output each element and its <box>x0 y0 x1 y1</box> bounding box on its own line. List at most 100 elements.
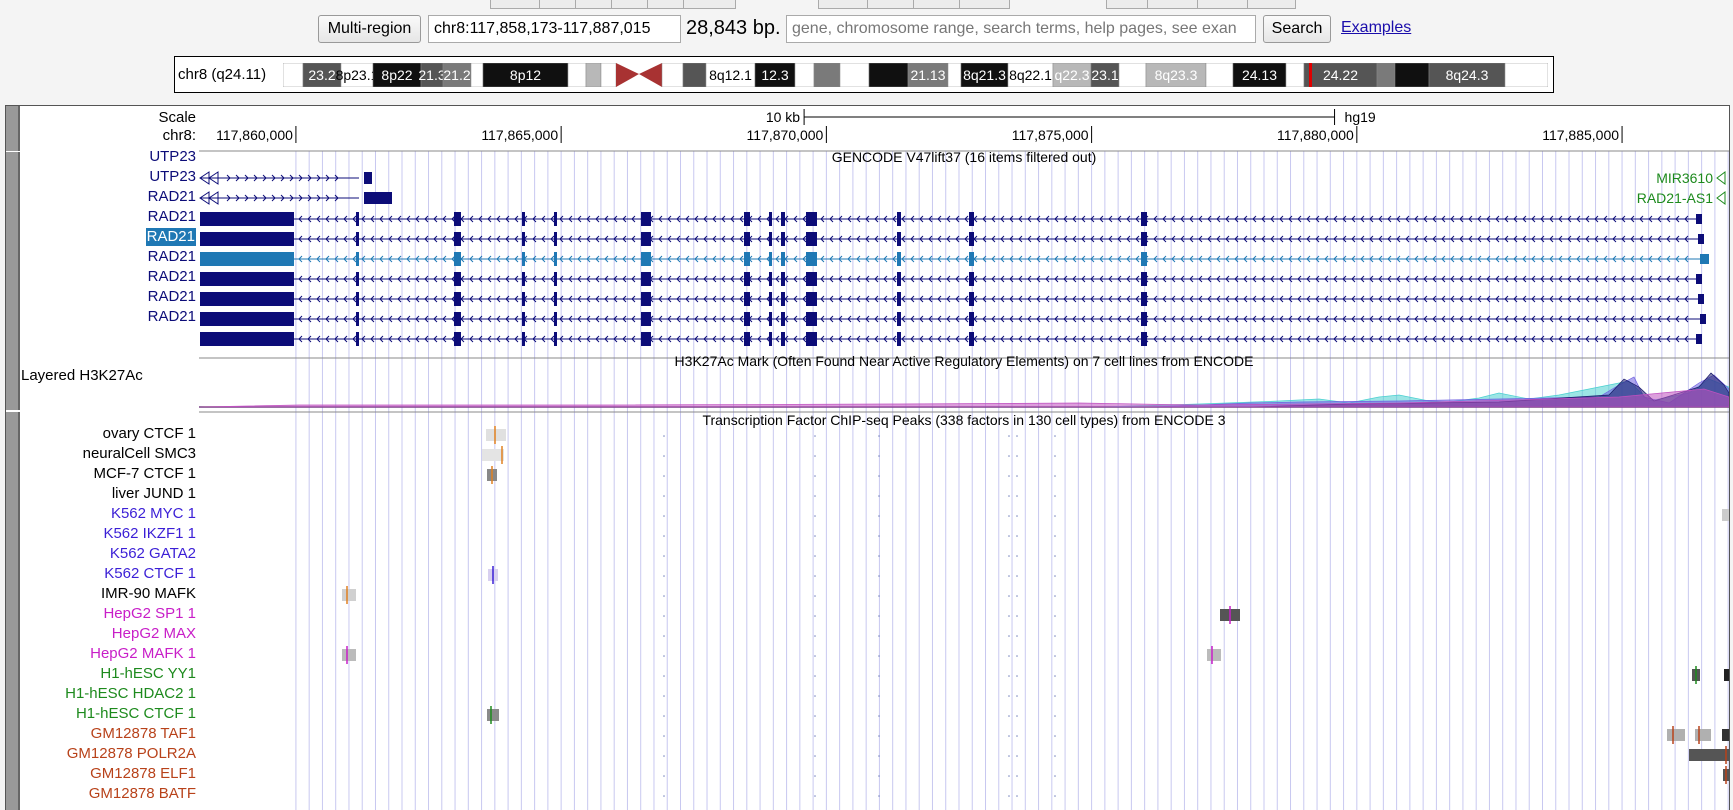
peak-dot <box>878 715 880 717</box>
gene-exon <box>769 212 772 226</box>
peak-dot <box>878 535 880 537</box>
gene-exon <box>287 252 294 266</box>
peak-dot <box>814 475 816 477</box>
ideogram-band-label: 24.13 <box>1242 67 1277 83</box>
peak-dot <box>1008 515 1010 517</box>
gene-exon <box>969 272 974 286</box>
ruler-tick-label: 117,865,000 <box>481 127 558 143</box>
peak-dot <box>663 515 665 517</box>
ideogram-band-label: 8p22 <box>381 67 412 83</box>
right-gene-label: RAD21-AS1 <box>1637 190 1713 206</box>
peak-dot <box>878 575 880 577</box>
peak-dot <box>663 575 665 577</box>
scale-bar-text: 10 kb <box>766 109 800 125</box>
gene-utr <box>200 292 288 306</box>
chromosome-ideogram[interactable]: chr8 (q24.11) 23.2 8p23.1 8p22 21.3 21.2 8p12… <box>174 56 1554 93</box>
gene-exon <box>287 272 294 286</box>
gene-exon <box>522 212 525 226</box>
examples-link[interactable]: Examples <box>1341 15 1411 41</box>
peak-dot <box>878 595 880 597</box>
peak-dot <box>663 495 665 497</box>
gene-exon <box>522 232 525 246</box>
gene-exon <box>806 332 817 346</box>
nav-zoom-buttons-middle[interactable] <box>818 0 1010 9</box>
gene-exon <box>769 312 772 326</box>
nav-zoom-buttons-right[interactable] <box>1106 0 1296 9</box>
gene-exon <box>744 332 750 346</box>
peak-dot <box>814 535 816 537</box>
gene-exon <box>454 232 461 246</box>
gene-exon <box>522 252 525 266</box>
peak-dot <box>1016 435 1018 437</box>
gene-exon <box>641 312 651 326</box>
track-side-button[interactable] <box>6 152 20 358</box>
ruler-tick-label: 117,875,000 <box>1012 127 1089 143</box>
tf-peak <box>1667 729 1685 741</box>
ruler-tick-label: 117,860,000 <box>216 127 293 143</box>
peak-dot <box>1054 695 1056 697</box>
ideogram-band-label: 23.2 <box>308 67 335 83</box>
track-side-button[interactable] <box>6 358 20 410</box>
genome-browser-panel[interactable]: Scale chr8: UTP23 UTP23 RAD21 RAD21 RAD21 RAD21… <box>5 105 1730 810</box>
gene-exon <box>454 312 461 326</box>
gene-utr <box>200 332 288 346</box>
gene-exon <box>781 292 785 306</box>
gene-exon <box>1141 272 1147 286</box>
peak-dot <box>1008 575 1010 577</box>
peak-dot <box>1008 695 1010 697</box>
ideogram-band-label: 8p12 <box>510 67 541 83</box>
tfbs-row-label: MCF-7 CTCF 1 <box>93 465 197 482</box>
tfbs-row-label: K562 GATA2 <box>109 545 196 562</box>
peak-dot <box>878 455 880 457</box>
gene-exon <box>287 232 294 246</box>
peak-dot <box>814 495 816 497</box>
nav-zoom-buttons-left[interactable] <box>490 0 736 9</box>
search-button[interactable]: Search <box>1263 15 1331 43</box>
gene-label-rad21: RAD21 <box>147 268 196 285</box>
tfbs-row-label: GM12878 TAF1 <box>90 725 196 742</box>
peak-dot <box>878 675 880 677</box>
peak-dot <box>663 715 665 717</box>
gene-utr <box>200 212 288 226</box>
peak-dot <box>1008 555 1010 557</box>
tfbs-row-label: liver JUND 1 <box>111 485 196 502</box>
tfbs-row-label: GM12878 BATF <box>88 785 196 802</box>
gene-utr <box>200 232 288 246</box>
ideogram-band-label: 21.3 <box>418 67 445 83</box>
track-side-button[interactable] <box>6 106 20 151</box>
peak-dot <box>814 775 816 777</box>
peak-dot <box>878 435 880 437</box>
peak-dot <box>814 715 816 717</box>
track-side-button[interactable] <box>6 412 20 810</box>
peak-dot <box>663 555 665 557</box>
tf-peak <box>482 449 504 461</box>
gene-exon <box>641 292 651 306</box>
track-data-area[interactable]: 10 kb hg19 117,860,000 117,865,000 117,870,0… <box>199 106 1729 810</box>
position-input[interactable]: chr8:117,858,173-117,887,015 <box>428 15 681 43</box>
gene-exon <box>769 332 772 346</box>
peak-dot <box>663 675 665 677</box>
peak-dot <box>814 735 816 737</box>
peak-dot <box>1054 595 1056 597</box>
multi-region-button[interactable]: Multi-region <box>318 15 421 43</box>
ideogram-band <box>813 63 841 87</box>
ideogram-band-label: q22.3 <box>1054 67 1089 83</box>
gene-exon <box>781 212 785 226</box>
ideogram-bands[interactable]: 23.2 8p23.1 8p22 21.321.2 8p12 8q12.1 12.3 21.1… <box>283 63 1548 87</box>
search-input[interactable]: gene, chromosome range, search terms, he… <box>786 15 1256 43</box>
peak-dot <box>663 755 665 757</box>
gene-exon <box>364 192 392 204</box>
peak-dot <box>1008 735 1010 737</box>
tf-peak <box>1722 729 1729 741</box>
peak-dot <box>1016 575 1018 577</box>
peak-dot <box>814 595 816 597</box>
ideogram-band-label: 8q21.3 <box>963 67 1006 83</box>
gene-exon <box>769 252 772 266</box>
gene-exon <box>454 252 461 266</box>
gene-exon <box>454 332 461 346</box>
peak-dot <box>663 735 665 737</box>
gene-exon <box>806 252 817 266</box>
tf-peak <box>1207 649 1221 661</box>
gene-exon <box>287 332 294 346</box>
peak-dot <box>1054 655 1056 657</box>
